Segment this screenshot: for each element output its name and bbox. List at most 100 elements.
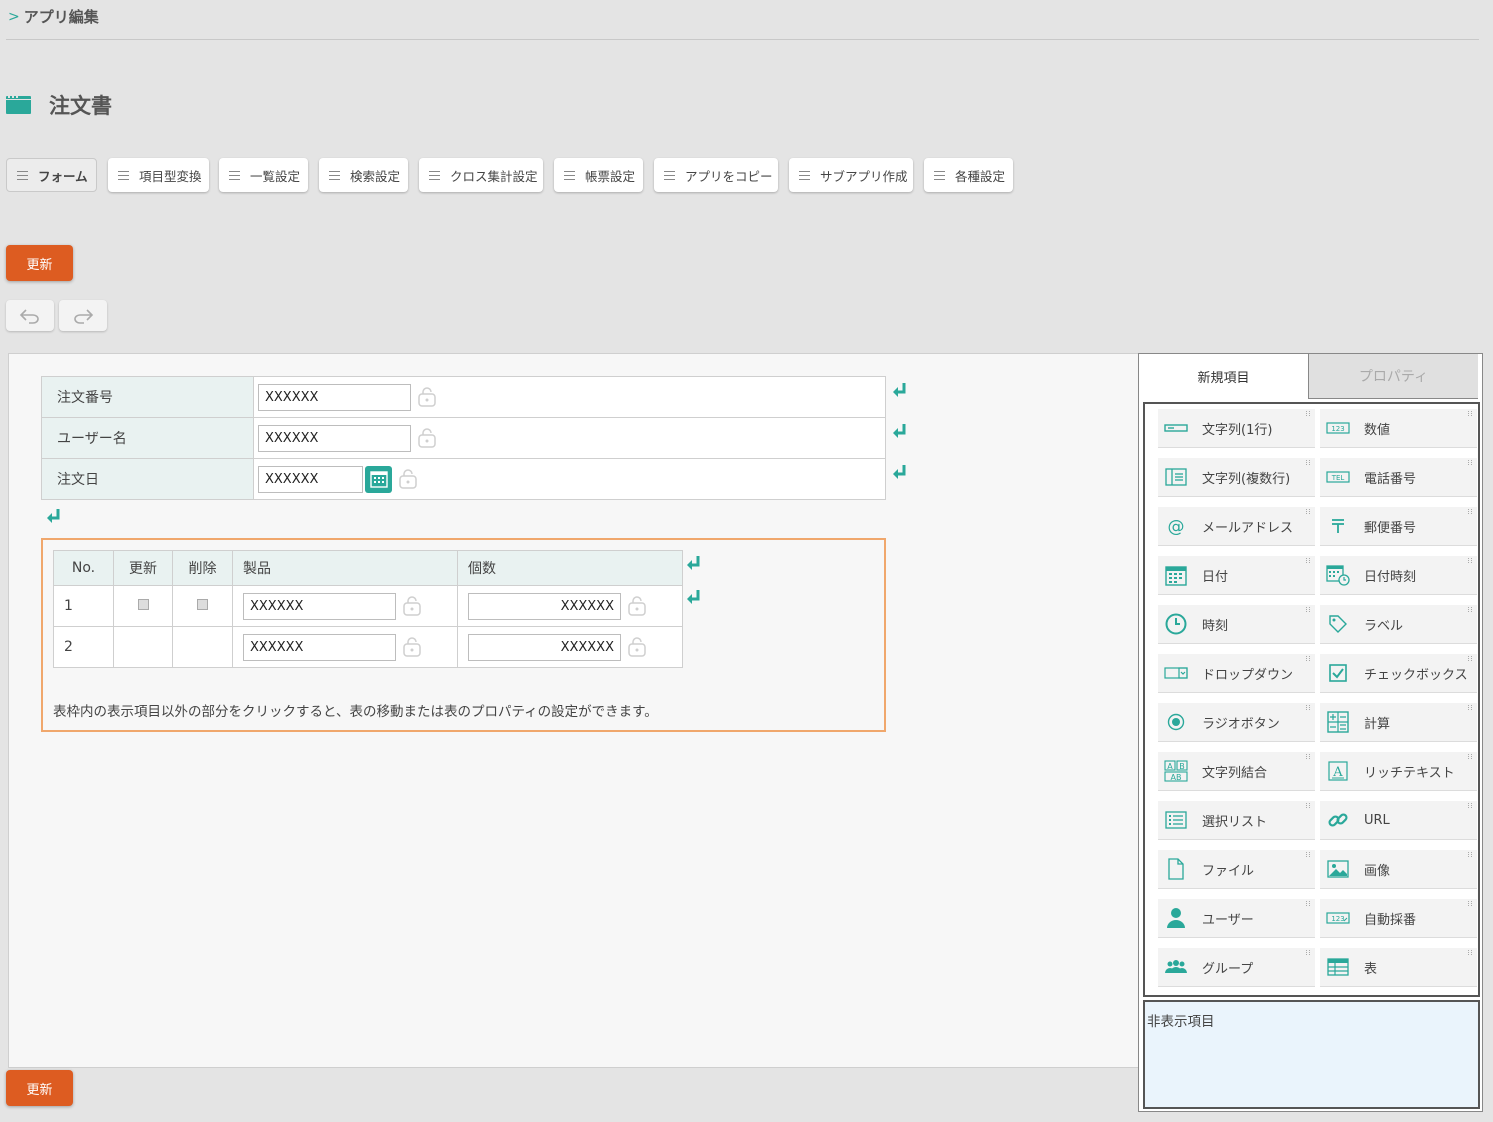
palette-item-datetime[interactable]: 日付時刻 <box>1320 556 1477 595</box>
palette-item-select-list[interactable]: 選択リスト <box>1158 801 1315 840</box>
palette-item-auto-number[interactable]: 123 自動採番 <box>1320 899 1477 938</box>
palette-item-single-line-text[interactable]: 文字列(1行) <box>1158 409 1315 448</box>
drag-handle[interactable] <box>1306 558 1312 563</box>
update-checkbox[interactable] <box>137 599 149 610</box>
lock-icon[interactable] <box>417 387 437 407</box>
product-input[interactable]: XXXXXX <box>243 633 396 661</box>
user-name-input[interactable]: XXXXXX <box>258 424 411 452</box>
tab-create-subapp[interactable]: サブアプリ作成 <box>789 158 913 192</box>
col-header-product[interactable]: 製品 <box>232 550 458 586</box>
drag-handle[interactable] <box>1306 803 1312 808</box>
tab-form[interactable]: フォーム <box>6 158 97 192</box>
tab-search-settings[interactable]: 検索設定 <box>319 158 408 192</box>
palette-item-text-join[interactable]: A B AB 文字列結合 <box>1158 752 1315 791</box>
palette-item-radio[interactable]: ラジオボタン <box>1158 703 1315 742</box>
drag-handle[interactable] <box>1306 950 1312 955</box>
drag-handle[interactable] <box>1306 705 1312 710</box>
redo-button[interactable] <box>59 300 107 331</box>
field-label-user-name[interactable]: ユーザー名 <box>41 417 254 459</box>
palette-item-email[interactable]: @ メールアドレス <box>1158 507 1315 546</box>
drag-handle[interactable] <box>1468 558 1474 563</box>
tab-new-fields[interactable]: 新規項目 <box>1139 354 1309 399</box>
drag-handle[interactable] <box>1468 411 1474 416</box>
line-break-icon[interactable] <box>45 507 63 525</box>
order-number-input[interactable]: XXXXXX <box>258 383 411 411</box>
col-header-update[interactable]: 更新 <box>113 550 173 586</box>
palette-item-group[interactable]: グループ <box>1158 948 1315 987</box>
drag-handle[interactable] <box>1306 656 1312 661</box>
tab-report-settings[interactable]: 帳票設定 <box>554 158 643 192</box>
drag-handle[interactable] <box>1468 754 1474 759</box>
col-header-delete[interactable]: 削除 <box>172 550 233 586</box>
palette-item-calculation[interactable]: 計算 <box>1320 703 1477 742</box>
col-header-quantity[interactable]: 個数 <box>457 550 683 586</box>
delete-checkbox[interactable] <box>197 599 208 610</box>
tab-copy-app[interactable]: アプリをコピー <box>654 158 778 192</box>
tab-cross-tab-settings[interactable]: クロス集計設定 <box>419 158 543 192</box>
tab-list-settings[interactable]: 一覧設定 <box>219 158 308 192</box>
palette-item-date[interactable]: 日付 <box>1158 556 1315 595</box>
tab-misc-settings[interactable]: 各種設定 <box>924 158 1013 192</box>
undo-button[interactable] <box>6 300 54 331</box>
lock-icon[interactable] <box>398 469 418 489</box>
col-header-no[interactable]: No. <box>53 550 114 586</box>
drag-handle[interactable] <box>1306 607 1312 612</box>
drag-handle[interactable] <box>1306 460 1312 465</box>
svg-text:@: @ <box>1167 517 1184 536</box>
quantity-input[interactable]: XXXXXX <box>468 592 621 620</box>
palette-item-label[interactable]: ラベル <box>1320 605 1477 644</box>
palette-item-url[interactable]: URL <box>1320 801 1477 840</box>
palette-item-file[interactable]: ファイル <box>1158 850 1315 889</box>
field-label-order-number[interactable]: 注文番号 <box>41 376 254 418</box>
drag-handle[interactable] <box>1468 656 1474 661</box>
line-break-icon[interactable] <box>685 554 703 572</box>
update-button-bottom[interactable]: 更新 <box>6 1070 73 1106</box>
form-canvas[interactable]: 注文番号 XXXXXX ユーザー名 XXXXXX 注文日 XXXXXX No. … <box>8 353 1142 1068</box>
palette-item-time[interactable]: 時刻 <box>1158 605 1315 644</box>
drag-handle[interactable] <box>1468 803 1474 808</box>
drag-handle[interactable] <box>1468 901 1474 906</box>
palette-item-number[interactable]: 123 数値 <box>1320 409 1477 448</box>
drag-handle[interactable] <box>1306 852 1312 857</box>
palette-item-image[interactable]: 画像 <box>1320 850 1477 889</box>
palette-item-checkbox[interactable]: チェックボックス <box>1320 654 1477 693</box>
quantity-input[interactable]: XXXXXX <box>468 633 621 661</box>
drag-handle[interactable] <box>1468 852 1474 857</box>
drag-handle[interactable] <box>1306 509 1312 514</box>
update-button-top[interactable]: 更新 <box>6 245 73 281</box>
order-date-input[interactable]: XXXXXX <box>258 465 363 493</box>
drag-handle[interactable] <box>1468 509 1474 514</box>
lock-icon[interactable] <box>402 637 422 657</box>
product-input[interactable]: XXXXXX <box>243 592 396 620</box>
breadcrumb[interactable]: > アプリ編集 <box>8 6 99 27</box>
drag-handle[interactable] <box>1468 460 1474 465</box>
lock-icon[interactable] <box>402 596 422 616</box>
tab-properties[interactable]: プロパティ <box>1309 354 1478 399</box>
subtable-container[interactable]: No. 更新 削除 製品 個数 1 XXXXXX XXXXXX 2 XXXXXX… <box>41 538 886 732</box>
drag-handle[interactable] <box>1306 411 1312 416</box>
palette-item-user[interactable]: ユーザー <box>1158 899 1315 938</box>
palette-item-phone[interactable]: TEL 電話番号 <box>1320 458 1477 497</box>
drag-handle[interactable] <box>1468 607 1474 612</box>
drag-handle[interactable] <box>1306 754 1312 759</box>
drag-handle[interactable] <box>1306 901 1312 906</box>
lock-icon[interactable] <box>627 596 647 616</box>
calendar-picker-button[interactable] <box>365 465 392 493</box>
palette-item-dropdown[interactable]: ドロップダウン <box>1158 654 1315 693</box>
field-label-order-date[interactable]: 注文日 <box>41 458 254 500</box>
line-break-icon[interactable] <box>891 381 909 399</box>
postal-mark-icon <box>1325 514 1350 539</box>
tab-field-type-convert[interactable]: 項目型変換 <box>108 158 209 192</box>
palette-item-postal[interactable]: 郵便番号 <box>1320 507 1477 546</box>
line-break-icon[interactable] <box>891 422 909 440</box>
palette-item-table[interactable]: 表 <box>1320 948 1477 987</box>
line-break-icon[interactable] <box>685 588 703 606</box>
drag-handle[interactable] <box>1468 950 1474 955</box>
palette-item-rich-text[interactable]: A リッチテキスト <box>1320 752 1477 791</box>
palette-item-multi-line-text[interactable]: 文字列(複数行) <box>1158 458 1315 497</box>
drag-handle[interactable] <box>1468 705 1474 710</box>
hidden-fields-area[interactable]: 非表示項目 <box>1143 1000 1480 1109</box>
lock-icon[interactable] <box>417 428 437 448</box>
lock-icon[interactable] <box>627 637 647 657</box>
line-break-icon[interactable] <box>891 463 909 481</box>
